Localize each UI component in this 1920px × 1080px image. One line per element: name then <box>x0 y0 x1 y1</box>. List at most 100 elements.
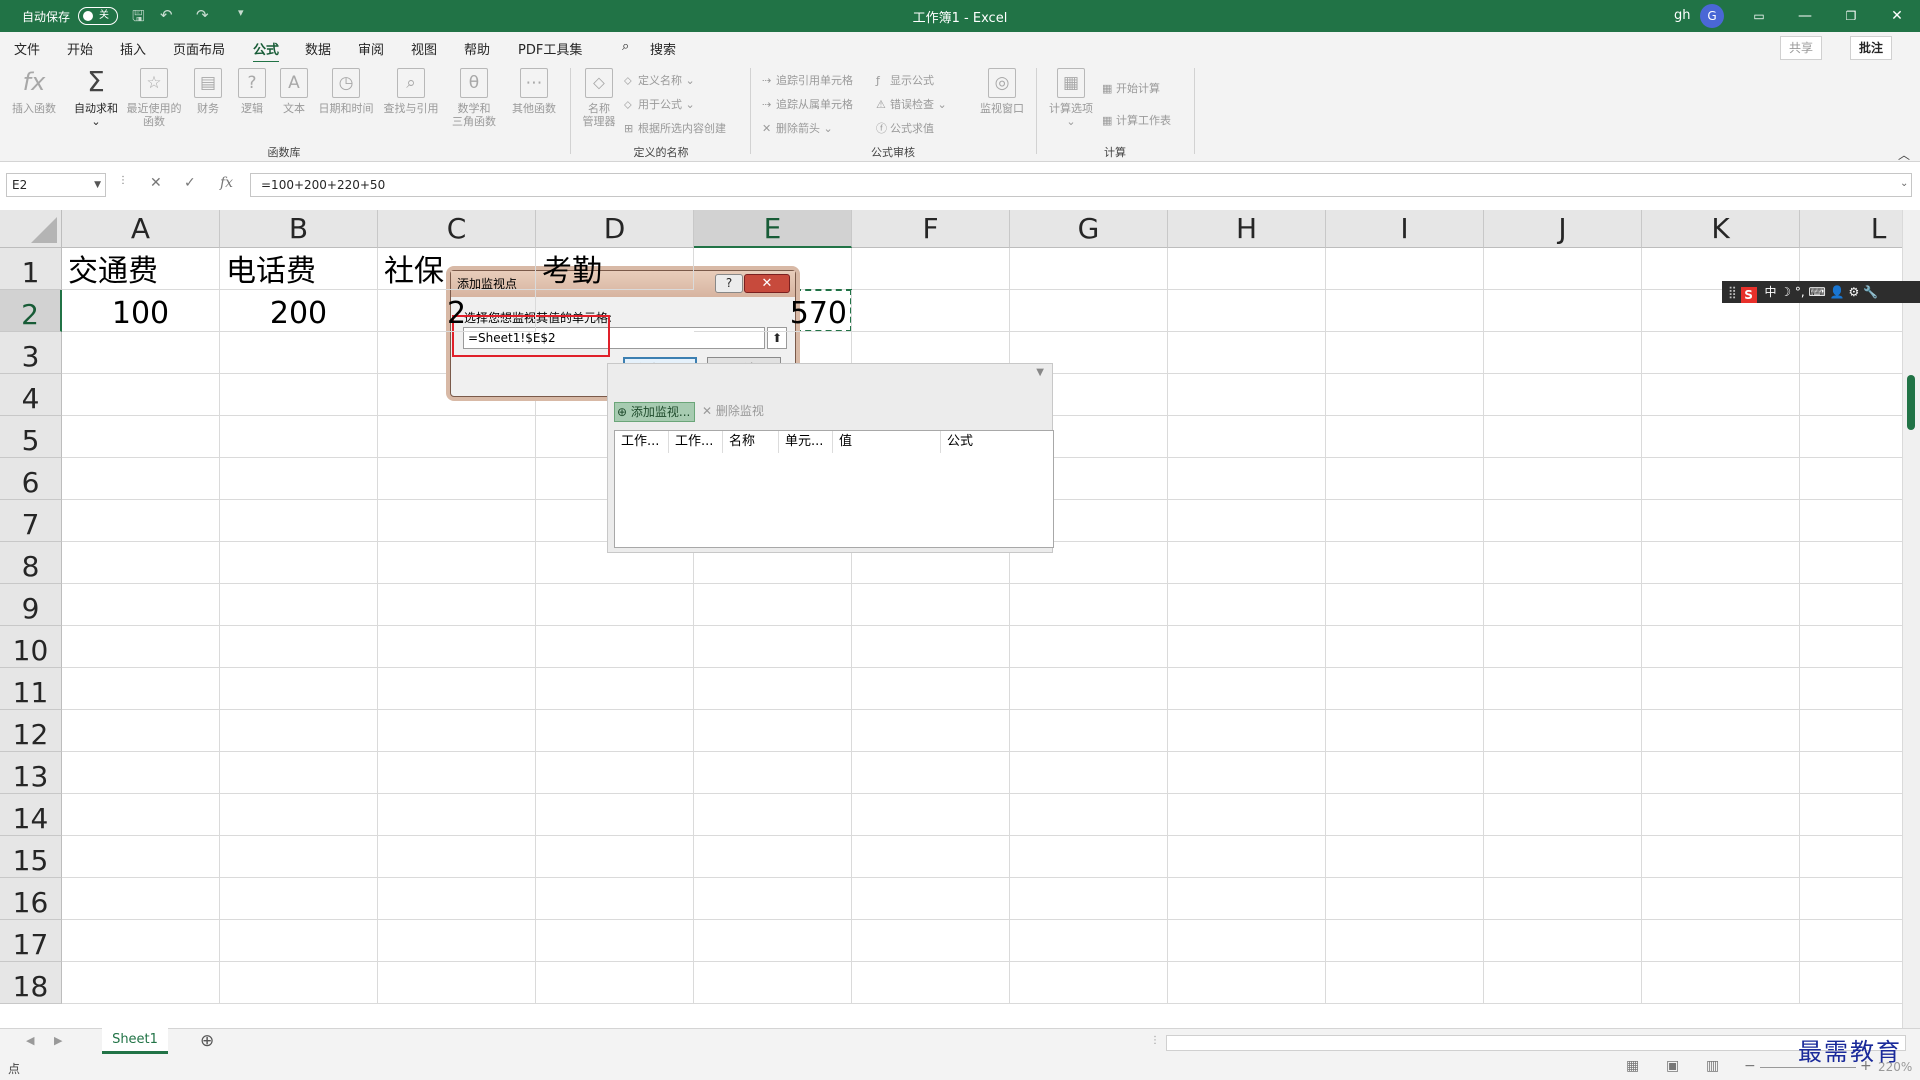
add-watch-button[interactable]: ⊕ 添加监视... <box>614 402 696 422</box>
cell-e13[interactable] <box>694 752 852 794</box>
watch-column-workbook[interactable]: 工作... <box>615 431 669 453</box>
watch-column-formula[interactable]: 公式 <box>941 431 1053 453</box>
cell-j10[interactable] <box>1484 626 1642 668</box>
chevron-down-icon[interactable]: ▼ <box>94 174 101 196</box>
cell-b14[interactable] <box>220 794 378 836</box>
cell-h12[interactable] <box>1168 710 1326 752</box>
cell-f13[interactable] <box>852 752 1010 794</box>
cell-b2[interactable]: 200 <box>220 290 378 332</box>
cell-i3[interactable] <box>1326 332 1484 374</box>
row-header-8[interactable]: 8 <box>0 542 62 584</box>
cell-h18[interactable] <box>1168 962 1326 1004</box>
cell-k9[interactable] <box>1642 584 1800 626</box>
tab-file[interactable]: 文件 <box>14 39 40 58</box>
ime-mode[interactable]: 中 <box>1764 285 1776 299</box>
cell-k16[interactable] <box>1642 878 1800 920</box>
cell-a12[interactable] <box>62 710 220 752</box>
cell-d14[interactable] <box>536 794 694 836</box>
add-sheet-icon[interactable]: ⊕ <box>200 1031 214 1051</box>
cell-a15[interactable] <box>62 836 220 878</box>
prev-sheet-icon[interactable]: ◀ <box>26 1034 34 1047</box>
row-header-1[interactable]: 1 <box>0 248 62 290</box>
datetime-button[interactable]: ◷ 日期和时间 <box>316 68 376 115</box>
splitter-icon[interactable]: ⋮ <box>1150 1035 1160 1046</box>
cell-k4[interactable] <box>1642 374 1800 416</box>
cell-b12[interactable] <box>220 710 378 752</box>
cell-i5[interactable] <box>1326 416 1484 458</box>
cell-k12[interactable] <box>1642 710 1800 752</box>
cell-j2[interactable] <box>1484 290 1642 332</box>
cell-k13[interactable] <box>1642 752 1800 794</box>
cell-f14[interactable] <box>852 794 1010 836</box>
create-from-selection-button[interactable]: ⊞ 根据所选内容创建 <box>624 120 726 136</box>
select-all-button[interactable] <box>0 210 62 248</box>
watch-list[interactable]: 工作... 工作... 名称 单元... 值 公式 <box>614 430 1054 548</box>
cell-h7[interactable] <box>1168 500 1326 542</box>
comments-button[interactable]: 批注 <box>1850 36 1893 60</box>
watch-window-button[interactable]: ◎ 监视窗口 <box>976 68 1028 115</box>
cell-b3[interactable] <box>220 332 378 374</box>
cell-d15[interactable] <box>536 836 694 878</box>
share-button[interactable]: 共享 <box>1780 36 1823 60</box>
normal-view-icon[interactable]: ▦ <box>1626 1058 1639 1074</box>
cell-g16[interactable] <box>1010 878 1168 920</box>
cell-j7[interactable] <box>1484 500 1642 542</box>
cell-i8[interactable] <box>1326 542 1484 584</box>
cell-j18[interactable] <box>1484 962 1642 1004</box>
cell-c13[interactable] <box>378 752 536 794</box>
watch-column-value[interactable]: 值 <box>833 431 941 453</box>
delete-watch-button[interactable]: ✕ 删除监视 <box>700 402 768 422</box>
cell-b13[interactable] <box>220 752 378 794</box>
cell-d18[interactable] <box>536 962 694 1004</box>
vertical-scrollbar[interactable] <box>1902 210 1920 1028</box>
cell-k6[interactable] <box>1642 458 1800 500</box>
cell-b1[interactable]: 电话费 <box>220 248 378 290</box>
cell-e18[interactable] <box>694 962 852 1004</box>
cell-b5[interactable] <box>220 416 378 458</box>
row-header-11[interactable]: 11 <box>0 668 62 710</box>
cell-h14[interactable] <box>1168 794 1326 836</box>
cell-e14[interactable] <box>694 794 852 836</box>
cell-f1[interactable] <box>852 248 1010 290</box>
cell-j1[interactable] <box>1484 248 1642 290</box>
cell-h6[interactable] <box>1168 458 1326 500</box>
cell-g13[interactable] <box>1010 752 1168 794</box>
cell-k11[interactable] <box>1642 668 1800 710</box>
cell-b8[interactable] <box>220 542 378 584</box>
column-header-d[interactable]: D <box>536 210 694 248</box>
cell-j9[interactable] <box>1484 584 1642 626</box>
column-header-e[interactable]: E <box>694 210 852 248</box>
cell-i6[interactable] <box>1326 458 1484 500</box>
cell-i1[interactable] <box>1326 248 1484 290</box>
cell-g14[interactable] <box>1010 794 1168 836</box>
cell-k14[interactable] <box>1642 794 1800 836</box>
cell-g9[interactable] <box>1010 584 1168 626</box>
insert-function-button[interactable]: fx 插入函数 <box>8 68 60 115</box>
cell-g11[interactable] <box>1010 668 1168 710</box>
cell-c18[interactable] <box>378 962 536 1004</box>
cell-c17[interactable] <box>378 920 536 962</box>
row-header-18[interactable]: 18 <box>0 962 62 1004</box>
tab-help[interactable]: 帮助 <box>464 39 490 58</box>
cell-i2[interactable] <box>1326 290 1484 332</box>
row-header-13[interactable]: 13 <box>0 752 62 794</box>
cell-a18[interactable] <box>62 962 220 1004</box>
page-break-view-icon[interactable]: ▥ <box>1706 1058 1719 1074</box>
cell-g10[interactable] <box>1010 626 1168 668</box>
cell-e10[interactable] <box>694 626 852 668</box>
cell-h10[interactable] <box>1168 626 1326 668</box>
cell-f10[interactable] <box>852 626 1010 668</box>
trace-precedents-button[interactable]: ⇢ 追踪引用单元格 <box>762 72 853 88</box>
cell-d9[interactable] <box>536 584 694 626</box>
cell-i18[interactable] <box>1326 962 1484 1004</box>
cell-a7[interactable] <box>62 500 220 542</box>
formula-input[interactable]: =100+200+220+50 <box>250 173 1912 197</box>
cell-b18[interactable] <box>220 962 378 1004</box>
watch-column-cell[interactable]: 单元... <box>779 431 833 453</box>
cell-k5[interactable] <box>1642 416 1800 458</box>
recently-used-button[interactable]: ☆ 最近使用的 函数 <box>124 68 184 128</box>
cell-c2[interactable]: 2 <box>378 290 536 332</box>
tab-review[interactable]: 审阅 <box>358 39 384 58</box>
cell-a9[interactable] <box>62 584 220 626</box>
tab-pdf-tools[interactable]: PDF工具集 <box>518 39 582 58</box>
